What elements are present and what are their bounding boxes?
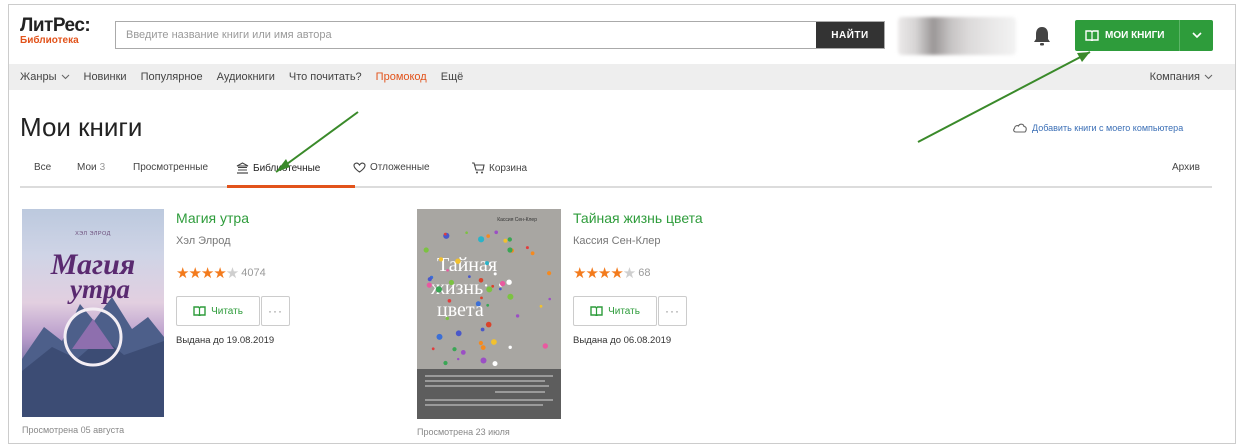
nav-genres[interactable]: Жанры — [20, 71, 70, 83]
library-icon — [236, 162, 249, 174]
add-books-from-computer-link[interactable]: Добавить книги с моего компьютера — [1012, 122, 1183, 133]
my-books-label: МОИ КНИГИ — [1105, 30, 1165, 41]
viewed-date: Просмотрена 23 июля — [417, 427, 510, 437]
book-rating: ★★★★★ 4074 — [176, 264, 266, 282]
tab-mine-label: Мои — [77, 162, 97, 173]
cart-icon — [472, 162, 485, 174]
book-author[interactable]: Кассия Сен-Клер — [573, 235, 661, 247]
my-books-dropdown[interactable] — [1180, 32, 1213, 39]
search-bar: НАЙТИ — [115, 21, 885, 49]
issued-until: Выдана до 06.08.2019 — [573, 335, 672, 346]
book-author[interactable]: Хэл Элрод — [176, 235, 231, 247]
tab-postponed[interactable]: Отложенные — [353, 162, 430, 173]
open-book-icon — [1085, 30, 1099, 41]
tab-viewed[interactable]: Просмотренные — [133, 162, 208, 173]
viewed-date: Просмотрена 05 августа — [22, 425, 125, 435]
tab-library[interactable]: Библиотечные — [236, 162, 320, 174]
tab-mine[interactable]: Мои 3 — [77, 162, 105, 173]
cover-title-line-2: утра — [67, 274, 130, 304]
rating-count: 68 — [638, 267, 651, 279]
rating-count: 4074 — [241, 267, 266, 279]
tab-cart[interactable]: Корзина — [471, 162, 527, 174]
chevron-down-icon — [1204, 74, 1213, 80]
read-button-label: Читать — [608, 305, 640, 317]
cover-art: Кассия Сен-Клер Тайная жизнь цвета — [417, 217, 561, 419]
nav-more[interactable]: Ещё — [441, 71, 464, 83]
cloud-upload-icon — [1013, 123, 1027, 133]
open-book-icon — [193, 306, 206, 316]
my-books-button[interactable]: МОИ КНИГИ — [1075, 20, 1213, 51]
issued-until: Выдана до 19.08.2019 — [176, 335, 275, 346]
bell-icon[interactable] — [1031, 25, 1053, 47]
read-button[interactable]: Читать — [176, 296, 260, 326]
cover-title-line-1: Тайная — [437, 254, 497, 276]
search-input[interactable] — [116, 22, 816, 48]
book-rating: ★★★★★ 68 — [573, 264, 651, 282]
rating-stars: ★★★★★ — [573, 265, 636, 282]
add-books-label: Добавить книги с моего компьютера — [1032, 122, 1184, 133]
litres-logo[interactable]: ЛитРес: Библиотека — [20, 15, 91, 46]
more-options-button[interactable]: ··· — [261, 296, 290, 326]
search-button[interactable]: НАЙТИ — [816, 22, 884, 48]
nav-popular[interactable]: Популярное — [141, 71, 203, 83]
heart-icon — [353, 162, 366, 173]
chevron-down-icon — [61, 74, 69, 80]
nav-company[interactable]: Компания — [1150, 64, 1213, 90]
more-options-button[interactable]: ··· — [658, 296, 687, 326]
logo-main-text: ЛитРес: — [20, 15, 91, 36]
book-title[interactable]: Магия утра — [176, 210, 249, 226]
tab-mine-count: 3 — [99, 162, 106, 173]
rating-stars: ★★★★★ — [176, 265, 239, 282]
my-books-main[interactable]: МОИ КНИГИ — [1075, 20, 1180, 51]
book-title[interactable]: Тайная жизнь цвета — [573, 210, 703, 226]
read-button-label: Читать — [211, 305, 243, 317]
nav-promocode[interactable]: Промокод — [376, 71, 427, 83]
book-cover-secret-life-of-color[interactable]: Кассия Сен-Клер Тайная жизнь цвета — [417, 209, 561, 419]
chevron-down-icon — [1191, 32, 1202, 39]
user-avatar-blurred[interactable] — [898, 17, 1016, 55]
cover-author-text: ХЭЛ ЭЛРОД — [75, 231, 111, 237]
nav-company-label: Компания — [1149, 71, 1200, 83]
tab-archive[interactable]: Архив — [1172, 162, 1200, 173]
open-book-icon — [590, 306, 603, 316]
tab-library-label: Библиотечные — [253, 162, 321, 174]
active-tab-underline — [227, 185, 355, 188]
tab-cart-label: Корзина — [489, 162, 528, 174]
read-button[interactable]: Читать — [573, 296, 657, 326]
nav-audiobooks[interactable]: Аудиокниги — [217, 71, 275, 83]
nav-genres-label: Жанры — [20, 71, 57, 83]
cover-author-text: Кассия Сен-Клер — [497, 217, 537, 223]
nav-what-to-read[interactable]: Что почитать? — [289, 71, 362, 83]
main-nav: Жанры Новинки Популярное Аудиокниги Что … — [9, 64, 1235, 90]
tab-postponed-label: Отложенные — [370, 162, 430, 173]
page-title: Мои книги — [20, 112, 143, 142]
nav-new[interactable]: Новинки — [84, 71, 127, 83]
logo-sub-text: Библиотека — [20, 35, 79, 46]
book-cover-magic-morning[interactable]: ХЭЛ ЭЛРОД Магия утра — [22, 209, 164, 417]
tab-all[interactable]: Все — [34, 162, 51, 173]
cover-art: ХЭЛ ЭЛРОД Магия утра — [22, 231, 164, 417]
shelf-tabs: Все Мои 3 Просмотренные Библиотечные Отл… — [20, 152, 1212, 188]
